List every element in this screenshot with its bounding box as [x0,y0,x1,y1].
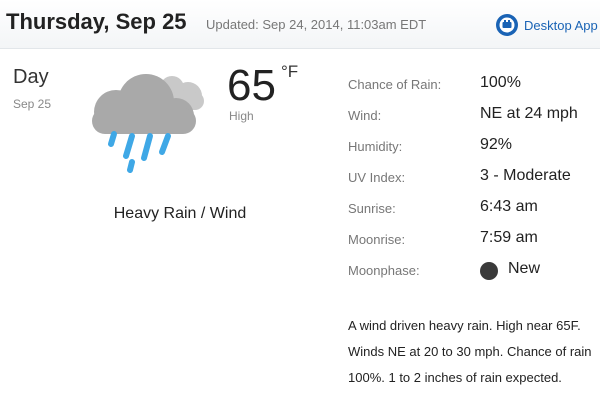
detail-row-chance-of-rain: Chance of Rain: 100% [348,74,600,105]
detail-value: 92% [480,136,513,153]
detail-value: 6:43 am [480,198,538,215]
detail-label: Humidity: [348,139,403,154]
desktop-app-label: Desktop App [524,17,598,33]
detail-value: 3 - Moderate [480,167,571,184]
detail-row-moonrise: Moonrise: 7:59 am [348,229,600,260]
detail-label: Sunrise: [348,201,396,216]
desktop-app-link[interactable]: Desktop App [496,14,598,36]
new-moon-icon [480,262,498,280]
detail-label: Moonrise: [348,232,406,247]
detail-row-sunrise: Sunrise: 6:43 am [348,198,600,229]
detail-value: 100% [480,74,521,91]
detail-value: New [508,260,541,277]
detail-label: Moonphase: [348,263,420,278]
details-table: Chance of Rain: 100% Wind: NE at 24 mph … [348,74,600,291]
temperature-label: High [229,109,254,123]
detail-row-moonphase: Moonphase: New [348,260,600,291]
condition-text: Heavy Rain / Wind [113,205,247,222]
detail-row-humidity: Humidity: 92% [348,136,600,167]
detail-value: 7:59 am [480,229,538,246]
detail-label: Wind: [348,108,382,123]
desktop-app-logo-icon [496,14,518,36]
page-title: Thursday, Sep 25 [6,9,187,34]
detail-value: NE at 24 mph [480,105,578,122]
heavy-rain-cloud-icon [92,74,204,173]
detail-row-uv-index: UV Index: 3 - Moderate [348,167,600,198]
forecast-period: Day [13,66,49,88]
detail-label: UV Index: [348,170,406,185]
temperature-unit: °F [281,62,299,81]
forecast-date: Sep 25 [13,97,52,111]
forecast-summary: A wind driven heavy rain. High near 65F.… [348,318,592,385]
detail-label: Chance of Rain: [348,77,442,92]
detail-row-wind: Wind: NE at 24 mph [348,105,600,136]
day-header: Thursday, Sep 25 Updated: Sep 24, 2014, … [0,0,600,49]
updated-timestamp: Updated: Sep 24, 2014, 11:03am EDT [206,17,427,32]
temperature-value: 65 [227,61,276,110]
